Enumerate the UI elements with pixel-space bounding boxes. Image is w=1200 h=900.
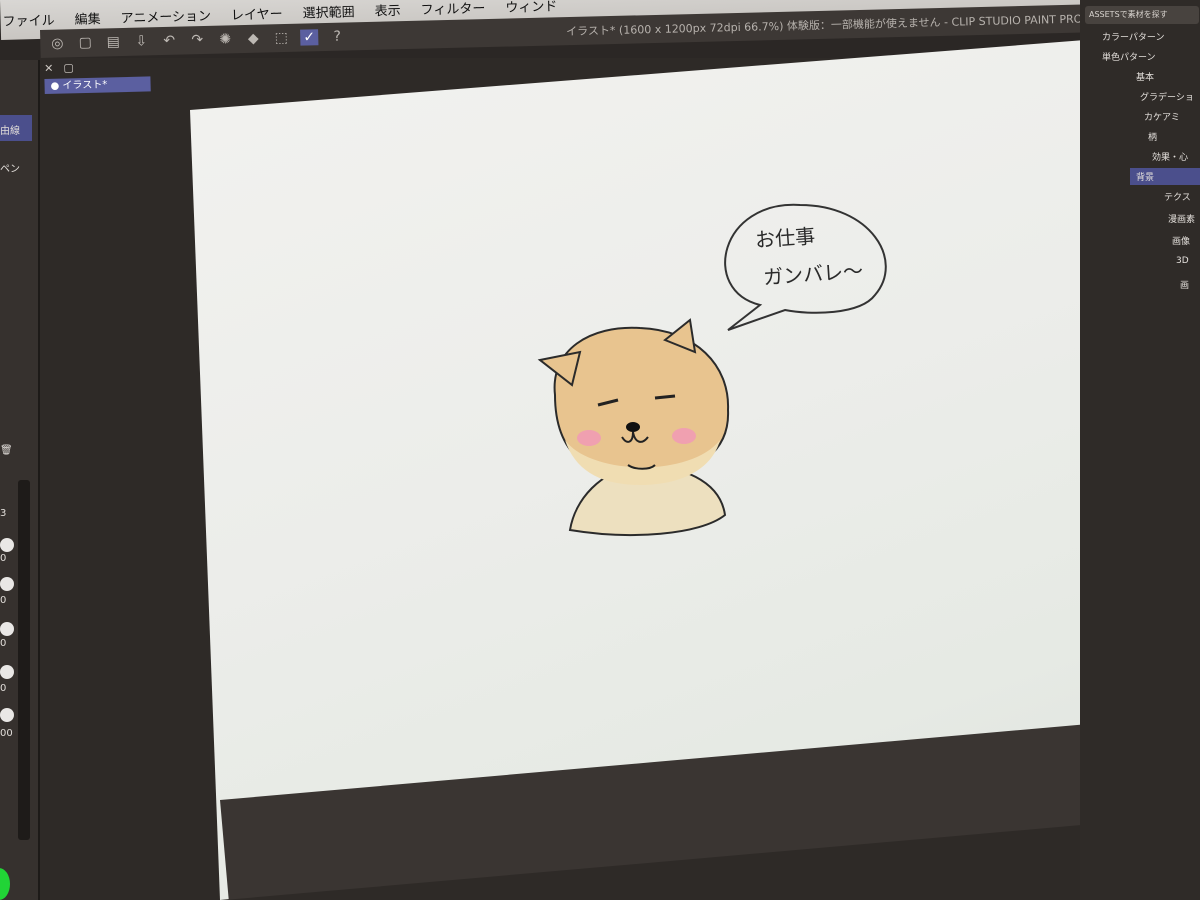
material-item[interactable]: 基本 — [1136, 70, 1154, 83]
material-item[interactable]: 漫画素 — [1168, 212, 1195, 225]
material-item[interactable]: 画像 — [1172, 234, 1190, 247]
material-item[interactable]: 単色パターン — [1102, 50, 1156, 63]
speech-text-line1: お仕事 — [754, 223, 816, 253]
material-item[interactable]: 3D — [1176, 256, 1189, 266]
assets-search-button[interactable]: ASSETSで素材を探す — [1085, 6, 1199, 24]
material-item[interactable]: 効果・心 — [1152, 150, 1188, 163]
material-item[interactable]: カケアミ — [1144, 110, 1180, 123]
material-item[interactable]: グラデーショ — [1140, 90, 1194, 103]
material-item-selected[interactable]: 背景 — [1130, 168, 1200, 185]
material-item[interactable]: 画 — [1180, 278, 1189, 291]
dog-nose — [626, 422, 640, 432]
dog-cheek-right — [672, 428, 696, 444]
material-item[interactable]: テクス — [1164, 190, 1191, 203]
dog-cheek-left — [577, 430, 601, 446]
materials-panel: ASSETSで素材を探す カラーパターン 単色パターン 基本 グラデーショ カケ… — [1080, 0, 1200, 900]
material-item[interactable]: カラーパターン — [1102, 30, 1164, 43]
material-item[interactable]: 柄 — [1148, 130, 1157, 143]
dog-eye-right — [654, 394, 676, 400]
